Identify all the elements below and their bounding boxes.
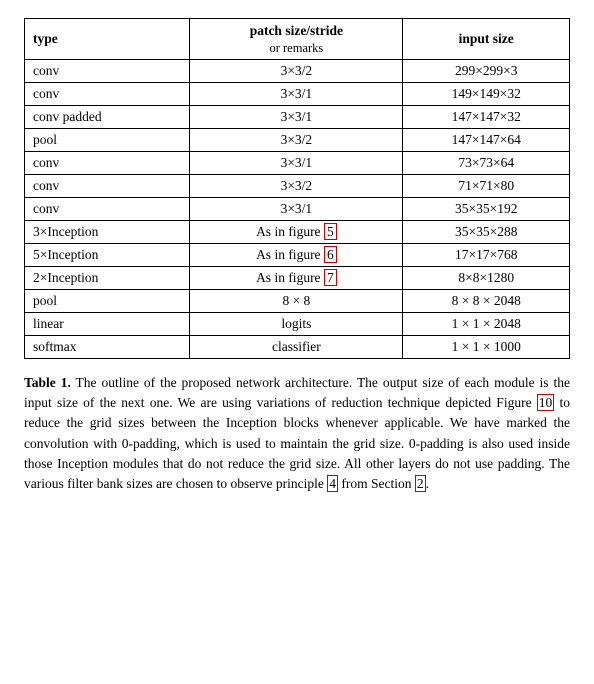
cell-input: 1 × 1 × 1000 <box>403 335 570 358</box>
cell-type: 5×Inception <box>25 243 190 266</box>
caption-ref3: 2 <box>415 475 426 492</box>
cell-type: conv <box>25 59 190 82</box>
table: type patch size/stride or remarks input … <box>24 18 570 359</box>
cell-type: 3×Inception <box>25 220 190 243</box>
table-row: conv3×3/173×73×64 <box>25 151 570 174</box>
cell-patch: 3×3/1 <box>190 151 403 174</box>
cell-input: 8 × 8 × 2048 <box>403 289 570 312</box>
table-row: pool8 × 88 × 8 × 2048 <box>25 289 570 312</box>
caption-text3: from Section <box>338 476 415 491</box>
cell-input: 149×149×32 <box>403 82 570 105</box>
cell-type: softmax <box>25 335 190 358</box>
table-row: 3×InceptionAs in figure 535×35×288 <box>25 220 570 243</box>
architecture-table: type patch size/stride or remarks input … <box>24 18 570 359</box>
table-row: conv padded3×3/1147×147×32 <box>25 105 570 128</box>
col-patch-sub-label: or remarks <box>198 40 394 56</box>
table-row: conv3×3/2299×299×3 <box>25 59 570 82</box>
cell-input: 35×35×288 <box>403 220 570 243</box>
caption-ref1: 10 <box>537 394 555 411</box>
cell-type: linear <box>25 312 190 335</box>
cell-type: conv <box>25 82 190 105</box>
table-row: conv3×3/135×35×192 <box>25 197 570 220</box>
cell-patch: As in figure 5 <box>190 220 403 243</box>
cell-input: 1 × 1 × 2048 <box>403 312 570 335</box>
cell-type: conv <box>25 174 190 197</box>
cell-patch: classifier <box>190 335 403 358</box>
table-row: conv3×3/271×71×80 <box>25 174 570 197</box>
cell-patch: As in figure 7 <box>190 266 403 289</box>
table-caption: Table 1. The outline of the proposed net… <box>24 373 570 495</box>
caption-ref2: 4 <box>327 475 338 492</box>
col-type-header: type <box>25 19 190 60</box>
table-row: 2×InceptionAs in figure 78×8×1280 <box>25 266 570 289</box>
cell-input: 73×73×64 <box>403 151 570 174</box>
cell-type: conv <box>25 151 190 174</box>
table-row: 5×InceptionAs in figure 617×17×768 <box>25 243 570 266</box>
table-row: conv3×3/1149×149×32 <box>25 82 570 105</box>
table-row: linearlogits1 × 1 × 2048 <box>25 312 570 335</box>
col-input-header: input size <box>403 19 570 60</box>
cell-input: 147×147×32 <box>403 105 570 128</box>
cell-input: 35×35×192 <box>403 197 570 220</box>
cell-type: conv padded <box>25 105 190 128</box>
cell-patch: 3×3/2 <box>190 174 403 197</box>
table-header-row: type patch size/stride or remarks input … <box>25 19 570 60</box>
col-patch-header: patch size/stride or remarks <box>190 19 403 60</box>
cell-patch: 3×3/1 <box>190 197 403 220</box>
table-row: softmaxclassifier1 × 1 × 1000 <box>25 335 570 358</box>
cell-type: pool <box>25 289 190 312</box>
cell-input: 147×147×64 <box>403 128 570 151</box>
cell-type: 2×Inception <box>25 266 190 289</box>
cell-patch: logits <box>190 312 403 335</box>
cell-type: conv <box>25 197 190 220</box>
caption-text1: The outline of the proposed network arch… <box>24 375 570 410</box>
caption-text4: . <box>426 476 429 491</box>
cell-patch: 3×3/1 <box>190 105 403 128</box>
table-row: pool3×3/2147×147×64 <box>25 128 570 151</box>
cell-patch: As in figure 6 <box>190 243 403 266</box>
cell-type: pool <box>25 128 190 151</box>
cell-input: 8×8×1280 <box>403 266 570 289</box>
cell-patch: 3×3/1 <box>190 82 403 105</box>
cell-input: 17×17×768 <box>403 243 570 266</box>
col-patch-main-label: patch size/stride <box>198 22 394 40</box>
cell-patch: 3×3/2 <box>190 128 403 151</box>
cell-patch: 8 × 8 <box>190 289 403 312</box>
caption-label: Table 1. <box>24 375 71 390</box>
cell-patch: 3×3/2 <box>190 59 403 82</box>
cell-input: 299×299×3 <box>403 59 570 82</box>
cell-input: 71×71×80 <box>403 174 570 197</box>
